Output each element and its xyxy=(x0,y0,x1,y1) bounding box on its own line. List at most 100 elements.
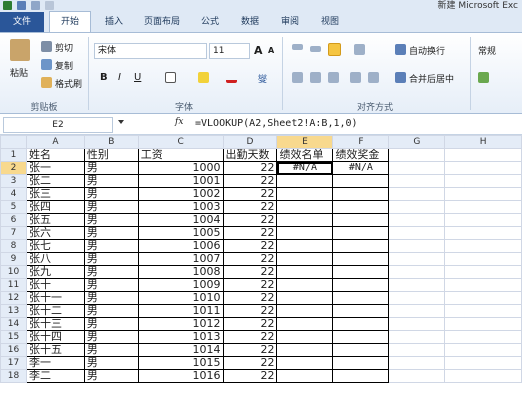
merge-center-icon[interactable] xyxy=(395,72,406,83)
row-header[interactable]: 12 xyxy=(0,291,27,305)
header-cell[interactable]: 绩效奖金 xyxy=(332,148,390,162)
salary-cell[interactable]: 1008 xyxy=(137,265,224,279)
column-header-c[interactable]: C xyxy=(137,135,224,149)
salary-cell[interactable]: 1012 xyxy=(137,317,224,331)
days-cell[interactable]: 22 xyxy=(222,304,278,318)
tab-file[interactable]: 文件 xyxy=(0,12,44,32)
days-cell[interactable]: 22 xyxy=(222,187,278,201)
wrap-text-button[interactable]: 自动换行 xyxy=(409,44,445,57)
gender-cell[interactable]: 男 xyxy=(83,213,139,227)
font-color-icon[interactable] xyxy=(226,72,237,83)
cell[interactable] xyxy=(388,252,446,266)
borders-icon[interactable] xyxy=(165,72,176,83)
performance-bonus-cell[interactable] xyxy=(332,317,390,331)
performance-bonus-cell[interactable] xyxy=(332,278,390,292)
cell[interactable] xyxy=(388,330,446,344)
cell[interactable] xyxy=(444,330,522,344)
performance-list-cell[interactable] xyxy=(276,239,334,253)
row-header[interactable]: 16 xyxy=(0,343,27,357)
days-cell[interactable]: 22 xyxy=(222,252,278,266)
column-header-g[interactable]: G xyxy=(388,135,446,149)
insert-function-button[interactable]: fx xyxy=(175,117,183,127)
cell[interactable] xyxy=(444,343,522,357)
performance-list-cell[interactable] xyxy=(276,291,334,305)
paste-button[interactable]: 粘贴 xyxy=(10,66,28,79)
gender-cell[interactable]: 男 xyxy=(83,330,139,344)
align-middle-icon[interactable] xyxy=(310,46,321,52)
cut-icon[interactable] xyxy=(41,41,52,52)
salary-cell[interactable]: 1002 xyxy=(137,187,224,201)
name-cell[interactable]: 张一 xyxy=(25,161,85,175)
cell[interactable] xyxy=(444,239,522,253)
header-cell[interactable]: 姓名 xyxy=(25,148,85,162)
performance-list-cell[interactable] xyxy=(276,226,334,240)
name-cell[interactable]: 张十 xyxy=(25,278,85,292)
tab-review[interactable]: 审阅 xyxy=(274,12,306,32)
salary-cell[interactable]: 1014 xyxy=(137,343,224,357)
name-cell[interactable]: 张九 xyxy=(25,265,85,279)
header-cell[interactable]: 出勤天数 xyxy=(222,148,278,162)
merge-center-button[interactable]: 合并后居中 xyxy=(409,72,454,85)
salary-cell[interactable]: 1003 xyxy=(137,200,224,214)
row-header[interactable]: 15 xyxy=(0,330,27,344)
row-header[interactable]: 6 xyxy=(0,213,27,227)
performance-list-cell[interactable] xyxy=(276,252,334,266)
row-header[interactable]: 5 xyxy=(0,200,27,214)
cell[interactable] xyxy=(388,213,446,227)
paste-icon[interactable] xyxy=(10,39,30,61)
cell[interactable] xyxy=(444,369,522,383)
performance-list-cell[interactable] xyxy=(276,213,334,227)
gender-cell[interactable]: 男 xyxy=(83,187,139,201)
cell[interactable] xyxy=(388,174,446,188)
gender-cell[interactable]: 男 xyxy=(83,252,139,266)
cell[interactable] xyxy=(388,356,446,370)
name-cell[interactable]: 张七 xyxy=(25,239,85,253)
name-cell[interactable]: 张六 xyxy=(25,226,85,240)
cell[interactable] xyxy=(444,278,522,292)
performance-bonus-cell[interactable] xyxy=(332,239,390,253)
performance-list-cell[interactable] xyxy=(276,187,334,201)
performance-bonus-cell[interactable] xyxy=(332,356,390,370)
formula-input[interactable]: =VLOOKUP(A2,Sheet2!A:B,1,0) xyxy=(195,116,358,132)
column-header-h[interactable]: H xyxy=(444,135,522,149)
name-cell[interactable]: 李二 xyxy=(25,369,85,383)
bold-button[interactable]: B xyxy=(100,72,108,83)
gender-cell[interactable]: 男 xyxy=(83,161,139,175)
row-header[interactable]: 10 xyxy=(0,265,27,279)
format-painter-icon[interactable] xyxy=(41,77,52,88)
tab-page-layout[interactable]: 页面布局 xyxy=(136,12,188,32)
name-cell[interactable]: 张五 xyxy=(25,213,85,227)
undo-icon[interactable] xyxy=(31,1,40,10)
performance-list-cell[interactable]: #N/A xyxy=(276,161,334,175)
cell[interactable] xyxy=(388,291,446,305)
performance-bonus-cell[interactable] xyxy=(332,330,390,344)
performance-bonus-cell[interactable] xyxy=(332,291,390,305)
cell[interactable] xyxy=(388,343,446,357)
salary-cell[interactable]: 1001 xyxy=(137,174,224,188)
name-cell[interactable]: 张十四 xyxy=(25,330,85,344)
salary-cell[interactable]: 1000 xyxy=(137,161,224,175)
performance-list-cell[interactable] xyxy=(276,369,334,383)
cell[interactable] xyxy=(444,356,522,370)
cell[interactable] xyxy=(444,187,522,201)
gender-cell[interactable]: 男 xyxy=(83,200,139,214)
salary-cell[interactable]: 1006 xyxy=(137,239,224,253)
performance-list-cell[interactable] xyxy=(276,174,334,188)
name-cell[interactable]: 张八 xyxy=(25,252,85,266)
performance-list-cell[interactable] xyxy=(276,317,334,331)
format-painter-button[interactable]: 格式刷 xyxy=(55,77,82,90)
cell[interactable] xyxy=(388,265,446,279)
tab-data[interactable]: 数据 xyxy=(234,12,266,32)
column-header-a[interactable]: A xyxy=(25,135,85,149)
days-cell[interactable]: 22 xyxy=(222,369,278,383)
tab-formulas[interactable]: 公式 xyxy=(194,12,226,32)
days-cell[interactable]: 22 xyxy=(222,213,278,227)
shrink-font-button[interactable]: A xyxy=(268,46,274,55)
cell[interactable] xyxy=(444,200,522,214)
decrease-indent-icon[interactable] xyxy=(350,72,361,83)
cell[interactable] xyxy=(444,226,522,240)
salary-cell[interactable]: 1010 xyxy=(137,291,224,305)
salary-cell[interactable]: 1011 xyxy=(137,304,224,318)
performance-bonus-cell[interactable] xyxy=(332,226,390,240)
gender-cell[interactable]: 男 xyxy=(83,304,139,318)
